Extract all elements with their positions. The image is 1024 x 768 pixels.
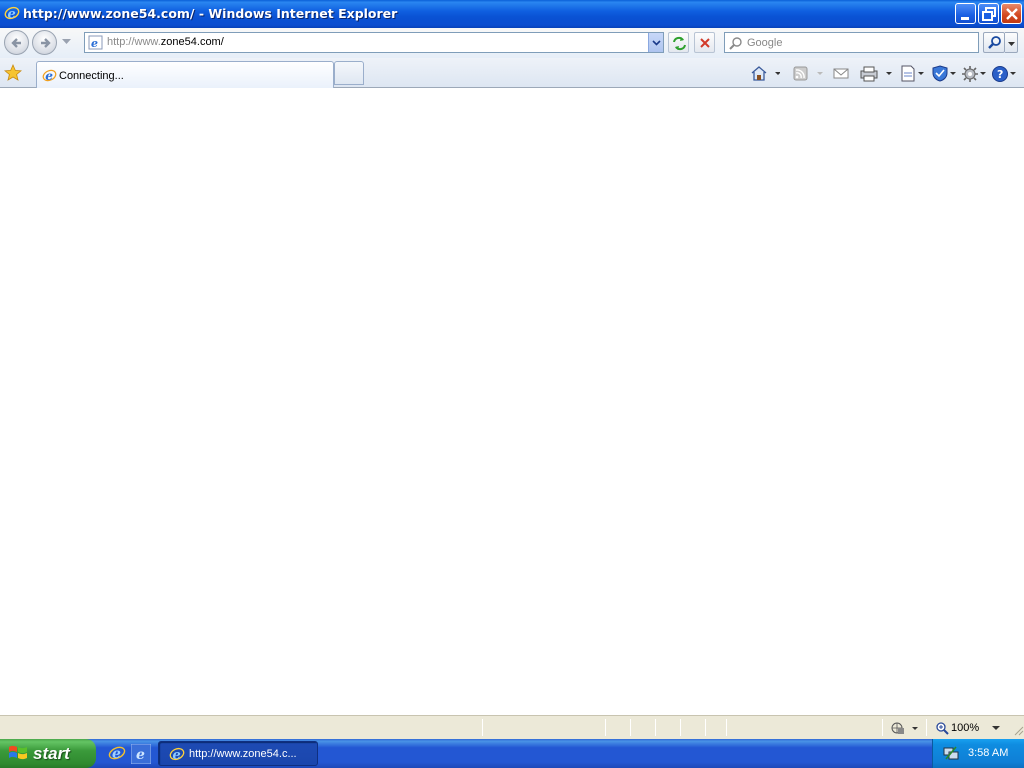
print-icon[interactable]: [859, 65, 893, 82]
status-divider: [882, 719, 883, 736]
restore-button[interactable]: [978, 3, 999, 24]
feeds-icon[interactable]: [792, 65, 826, 82]
network-tray-icon[interactable]: [943, 745, 959, 764]
ie-logo-icon: e: [4, 5, 20, 22]
ie-page-icon: e: [88, 35, 103, 53]
status-divider: [655, 719, 656, 736]
clock: 3:58 AM: [968, 747, 1009, 759]
svg-text:e: e: [112, 746, 121, 762]
search-icon: [728, 36, 743, 54]
recent-pages-dropdown-icon[interactable]: [62, 39, 71, 45]
start-label: start: [33, 744, 70, 763]
address-dropdown-button[interactable]: [648, 33, 663, 52]
start-button[interactable]: start: [0, 739, 96, 768]
home-icon[interactable]: [750, 65, 780, 82]
status-divider: [482, 719, 483, 736]
zoom-level[interactable]: 100%: [951, 722, 979, 734]
search-box[interactable]: Google: [724, 32, 979, 53]
quicklaunch-ie-icon[interactable]: e: [108, 744, 126, 762]
tools-icon[interactable]: [961, 65, 989, 82]
status-divider: [605, 719, 606, 736]
status-divider: [705, 719, 706, 736]
back-arrow-icon: [11, 38, 21, 48]
search-button[interactable]: [983, 32, 1005, 53]
status-divider: [926, 719, 927, 736]
windows-flag-icon: [8, 744, 28, 765]
tab-bar: e Connecting... ?: [0, 58, 1024, 88]
taskbar-item-label: http://www.zone54.c...: [189, 748, 297, 760]
close-button[interactable]: [1001, 3, 1022, 24]
status-divider: [680, 719, 681, 736]
svg-text:e: e: [173, 748, 181, 762]
quicklaunch-browser-icon[interactable]: e: [131, 744, 151, 764]
status-divider: [726, 719, 727, 736]
window-title: http://www.zone54.com/ - Windows Interne…: [23, 6, 398, 21]
navigation-bar: e http://www.zone54.com/ Google: [0, 28, 1024, 58]
dropdown-arrow-icon: [1008, 42, 1015, 46]
favorites-star-icon[interactable]: [3, 63, 23, 85]
taskbar-item-ie[interactable]: e http://www.zone54.c...: [158, 741, 318, 766]
ie-logo-icon: e: [42, 68, 57, 86]
help-icon[interactable]: ?: [991, 65, 1019, 82]
page-content-area[interactable]: [0, 88, 1024, 715]
svg-text:?: ?: [997, 68, 1003, 81]
resize-grip-icon[interactable]: [1012, 724, 1024, 736]
refresh-icon: [673, 36, 686, 51]
status-bar: 100%: [0, 715, 1024, 739]
chevron-down-icon: [652, 40, 661, 46]
ie-logo-icon: e: [169, 746, 185, 765]
status-divider: [630, 719, 631, 736]
stop-icon: [700, 38, 710, 48]
zoom-icon: [936, 722, 949, 735]
back-button[interactable]: [4, 30, 29, 55]
magnifier-icon: [988, 36, 1001, 49]
minimize-button[interactable]: [955, 3, 976, 24]
address-url: http://www.zone54.com/: [107, 36, 224, 48]
new-tab-button[interactable]: [334, 61, 364, 85]
page-icon[interactable]: [899, 65, 927, 82]
address-bar[interactable]: e http://www.zone54.com/: [84, 32, 664, 53]
forward-button[interactable]: [32, 30, 57, 55]
svg-text:e: e: [45, 69, 53, 83]
search-options-dropdown[interactable]: [1005, 32, 1018, 53]
safety-icon[interactable]: [931, 65, 959, 82]
search-placeholder: Google: [747, 37, 783, 49]
zoom-dropdown-icon[interactable]: [992, 726, 1000, 731]
taskbar: start e e e http://www.zone54.c... 3:58 …: [0, 739, 1024, 768]
svg-text:e: e: [136, 747, 145, 763]
screen: e http://www.zone54.com/ - Windows Inter…: [0, 0, 1024, 768]
system-tray: 3:58 AM: [932, 739, 1024, 768]
read-mail-icon[interactable]: [832, 65, 850, 82]
stop-button[interactable]: [694, 32, 715, 53]
tab-connecting[interactable]: e Connecting...: [36, 61, 334, 88]
title-bar[interactable]: e http://www.zone54.com/ - Windows Inter…: [0, 0, 1024, 28]
tab-label: Connecting...: [59, 70, 124, 82]
svg-text:e: e: [91, 37, 98, 50]
refresh-button[interactable]: [668, 32, 689, 53]
svg-text:e: e: [8, 7, 16, 21]
protected-mode-icon[interactable]: [890, 720, 920, 736]
forward-arrow-icon: [41, 38, 51, 48]
